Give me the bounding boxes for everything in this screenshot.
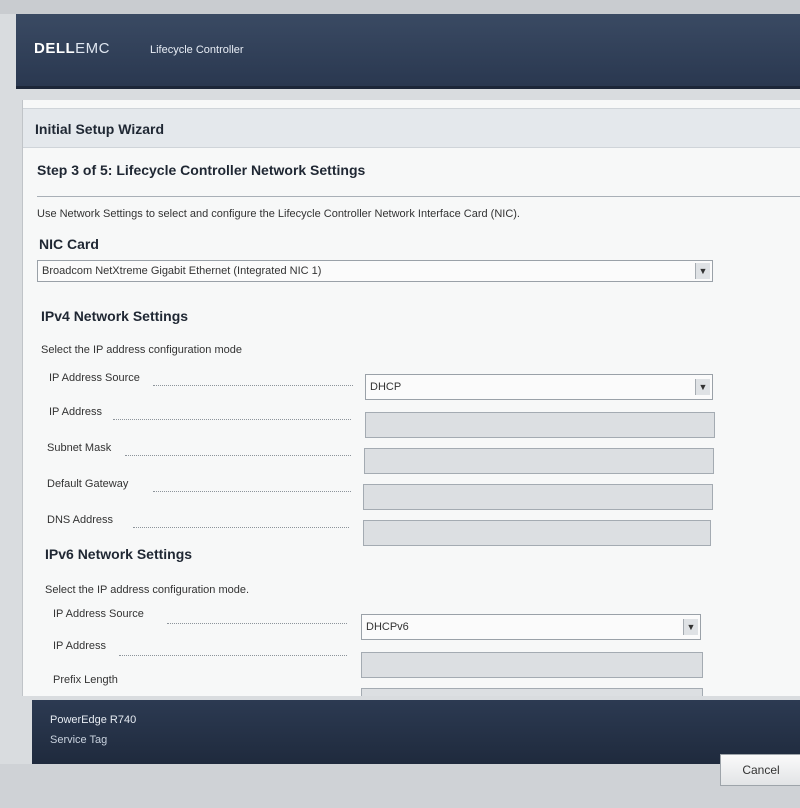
ipv4-gateway-label: Default Gateway xyxy=(47,478,129,490)
server-model: PowerEdge R740 xyxy=(50,714,137,726)
ipv6-source-label: IP Address Source xyxy=(53,608,144,620)
chevron-down-icon[interactable]: ▼ xyxy=(695,379,710,395)
dell-emc-logo: DELLEMC xyxy=(34,40,111,57)
divider xyxy=(37,196,800,197)
nic-card-select[interactable]: Broadcom NetXtreme Gigabit Ethernet (Int… xyxy=(37,260,713,282)
ipv4-source-label: IP Address Source xyxy=(49,372,140,384)
leader-line xyxy=(153,490,351,492)
ipv4-note: Select the IP address configuration mode xyxy=(41,344,242,356)
chevron-down-icon[interactable]: ▼ xyxy=(695,263,710,279)
ipv4-address-input[interactable] xyxy=(365,412,715,438)
ipv6-prefix-input[interactable] xyxy=(361,688,703,696)
ipv6-note: Select the IP address configuration mode… xyxy=(45,584,250,596)
product-name: Lifecycle Controller xyxy=(150,44,244,56)
ipv4-gateway-input[interactable] xyxy=(363,484,713,510)
leader-line xyxy=(167,622,347,624)
header-bar: DELLEMC Lifecycle Controller xyxy=(16,14,800,89)
nic-card-value: Broadcom NetXtreme Gigabit Ethernet (Int… xyxy=(42,265,322,277)
ipv6-address-label: IP Address xyxy=(53,640,106,652)
leader-line xyxy=(153,384,353,386)
status-bar: PowerEdge R740 Service Tag xyxy=(32,700,800,764)
cancel-button[interactable]: Cancel xyxy=(720,754,800,786)
ipv4-source-select[interactable]: DHCP ▼ xyxy=(365,374,713,400)
wizard-panel: Initial Setup Wizard Step 3 of 5: Lifecy… xyxy=(22,100,800,696)
wizard-title: Initial Setup Wizard xyxy=(23,108,800,148)
nic-card-heading: NIC Card xyxy=(39,236,99,252)
ipv6-source-value: DHCPv6 xyxy=(366,621,409,633)
ipv6-heading: IPv6 Network Settings xyxy=(45,546,193,562)
leader-line xyxy=(119,654,347,656)
intro-text: Use Network Settings to select and confi… xyxy=(37,208,520,220)
ipv6-prefix-label: Prefix Length xyxy=(53,674,118,686)
ipv4-subnet-input[interactable] xyxy=(364,448,714,474)
ipv6-address-input[interactable] xyxy=(361,652,703,678)
step-title: Step 3 of 5: Lifecycle Controller Networ… xyxy=(37,162,366,178)
service-tag: Service Tag xyxy=(50,734,108,746)
monitor-bezel xyxy=(0,0,800,14)
chevron-down-icon[interactable]: ▼ xyxy=(683,619,698,635)
leader-line xyxy=(125,454,351,456)
ipv6-source-select[interactable]: DHCPv6 ▼ xyxy=(361,614,701,640)
ipv4-dns-input[interactable] xyxy=(363,520,711,546)
leader-line xyxy=(133,526,349,528)
leader-line xyxy=(113,418,351,420)
ipv4-heading: IPv4 Network Settings xyxy=(41,308,189,324)
footer-area xyxy=(0,764,800,808)
ipv4-source-value: DHCP xyxy=(370,381,402,393)
ipv4-subnet-label: Subnet Mask xyxy=(47,442,112,454)
ipv4-address-label: IP Address xyxy=(49,406,102,418)
ipv4-dns-label: DNS Address xyxy=(47,514,114,526)
